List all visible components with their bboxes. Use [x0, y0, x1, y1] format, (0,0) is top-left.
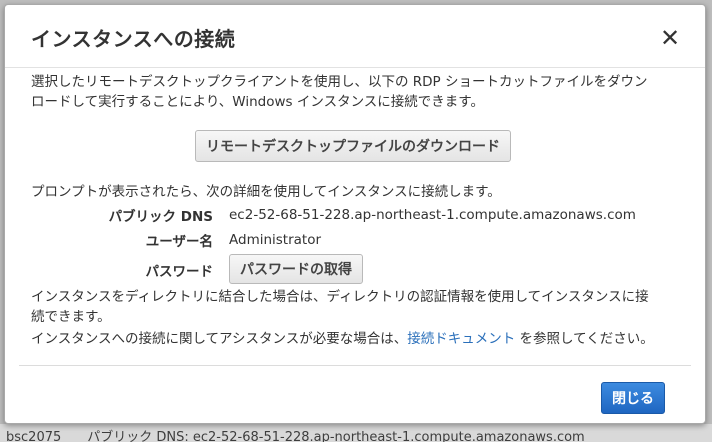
- username-label: ユーザー名: [145, 234, 213, 250]
- background-dns-text: bsc2075 パブリック DNS: ec2-52-68-51-228.ap-n…: [6, 430, 585, 442]
- help-suffix: を参照してください。: [515, 331, 654, 347]
- download-rdp-file-button[interactable]: リモートデスクトップファイルのダウンロード: [195, 130, 511, 162]
- get-password-button[interactable]: パスワードの取得: [229, 254, 363, 284]
- username-value: Administrator: [229, 232, 322, 248]
- intro-text: 選択したリモートデスクトップクライアントを使用し、以下の RDP ショートカット…: [31, 72, 681, 112]
- help-text: インスタンスへの接続に関してアシスタンスが必要な場合は、接続ドキュメント を参照…: [31, 329, 691, 349]
- intro-line-1: 選択したリモートデスクトップクライアントを使用し、以下の RDP ショートカット…: [31, 74, 648, 90]
- dialog-header: インスタンスへの接続 ✕: [5, 5, 705, 68]
- prompt-text: プロンプトが表示されたら、次の詳細を使用してインスタンスに接続します。: [31, 184, 501, 200]
- help-prefix: インスタンスへの接続に関してアシスタンスが必要な場合は、: [31, 331, 408, 347]
- intro-line-2: ロードして実行することにより、Windows インスタンスに接続できます。: [31, 94, 484, 110]
- footer-divider: [19, 365, 691, 366]
- connect-instance-dialog: インスタンスへの接続 ✕ 選択したリモートデスクトップクライアントを使用し、以下…: [4, 4, 706, 424]
- public-dns-label: パブリック DNS: [108, 209, 213, 225]
- password-label: パスワード: [145, 264, 214, 280]
- connection-docs-link[interactable]: 接続ドキュメント: [407, 331, 515, 347]
- directory-note-line-1: インスタンスをディレクトリに結合した場合は、ディレクトリの認証情報を使用してイン…: [31, 289, 649, 305]
- directory-note: インスタンスをディレクトリに結合した場合は、ディレクトリの認証情報を使用してイン…: [31, 287, 681, 327]
- dialog-title: インスタンスへの接続: [31, 27, 236, 51]
- public-dns-value: ec2-52-68-51-228.ap-northeast-1.compute.…: [229, 207, 636, 223]
- close-icon[interactable]: ✕: [657, 25, 683, 51]
- close-button[interactable]: 閉じる: [601, 382, 665, 414]
- background-page-strip: bsc2075 パブリック DNS: ec2-52-68-51-228.ap-n…: [0, 424, 712, 442]
- directory-note-line-2: 続できます。: [31, 309, 111, 325]
